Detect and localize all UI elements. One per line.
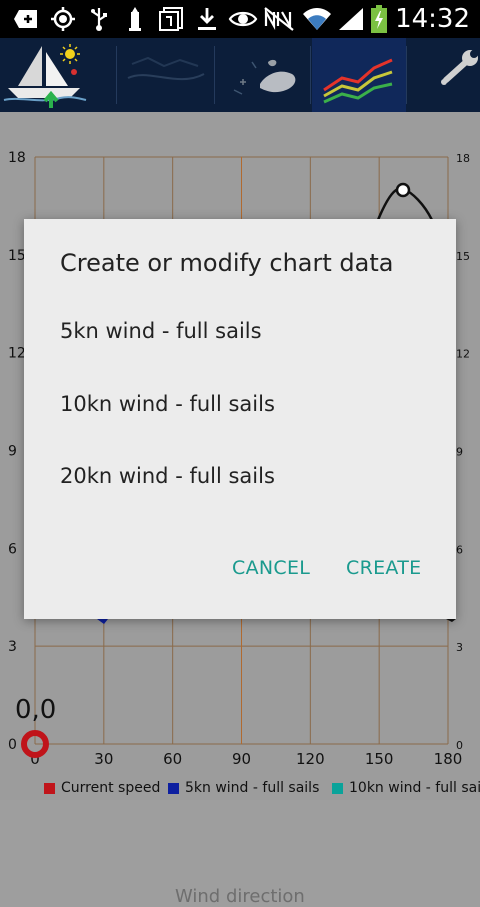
y-tick-label: 3 (8, 639, 17, 655)
x-tick-label: 150 (365, 750, 394, 768)
battery-charging-icon (368, 4, 390, 34)
y-tick-label-right: 6 (456, 543, 463, 556)
instruments-button[interactable] (118, 38, 214, 112)
current-value: 0,0 (15, 695, 56, 725)
gps-icon (48, 4, 78, 34)
y-tick-label-right: 12 (456, 348, 470, 361)
y-tick-label-right: 9 (456, 446, 463, 459)
toolbar-divider (116, 46, 117, 104)
sim-icon (156, 4, 186, 34)
app-toolbar (0, 38, 480, 112)
chart-legend: Current speed 5kn wind - full sails 10kn… (0, 778, 480, 800)
signal-icon (336, 4, 366, 34)
trophy-icon (122, 4, 148, 34)
series-point (395, 182, 411, 198)
sailboat-icon (3, 44, 87, 108)
legend-item: 5kn wind - full sails (168, 780, 319, 796)
series-point (97, 619, 108, 624)
toolbar-divider (214, 46, 215, 104)
instruments-icon (127, 56, 205, 81)
option-20kn[interactable]: 20kn wind - full sails (60, 456, 420, 496)
y-tick-label: 18 (8, 150, 26, 166)
option-10kn[interactable]: 10kn wind - full sails (60, 384, 420, 424)
x-tick-label: 30 (94, 750, 113, 768)
legend-item: 10kn wind - full sails (332, 780, 480, 796)
legend-label: Current speed (61, 780, 161, 796)
y-tick-label-right: 3 (456, 641, 463, 654)
status-bar: 14:32 (0, 0, 480, 38)
clock: 14:32 (395, 4, 470, 34)
sailboat-button[interactable] (0, 38, 100, 112)
no-sound-icon (262, 4, 296, 34)
y-tick-label: 9 (8, 444, 17, 460)
download-icon (194, 4, 220, 34)
settings-button[interactable] (408, 38, 480, 112)
legend-label: 10kn wind - full sails (349, 780, 480, 796)
wifi-icon (300, 4, 334, 34)
cancel-button[interactable]: CANCEL (232, 557, 310, 579)
x-axis-title: Wind direction (175, 886, 305, 907)
x-tick-label: 90 (232, 750, 251, 768)
y-tick-label: 0 (8, 737, 17, 753)
create-chart-dialog: Create or modify chart data 5kn wind - f… (24, 219, 456, 619)
legend-swatch (332, 782, 343, 794)
toolbar-divider (406, 46, 407, 104)
legend-label: 5kn wind - full sails (185, 780, 320, 796)
legend-swatch (168, 782, 179, 794)
map-button[interactable] (216, 38, 310, 112)
wrench-icon (441, 50, 478, 85)
polar-chart-icon (323, 58, 393, 104)
toolbar-divider (310, 46, 311, 104)
legend-item: Current speed (44, 780, 160, 796)
dialog-title: Create or modify chart data (60, 249, 394, 277)
y-tick-label-right: 18 (456, 152, 470, 165)
x-tick-label: 120 (296, 750, 325, 768)
x-tick-label: 60 (163, 750, 182, 768)
polar-chart-button[interactable] (312, 38, 406, 112)
add-box-icon (10, 4, 42, 34)
map-icon (233, 59, 296, 95)
y-tick-label-right: 15 (456, 250, 470, 263)
option-5kn[interactable]: 5kn wind - full sails (60, 311, 420, 351)
legend-swatch (44, 782, 55, 794)
eye-icon (226, 4, 260, 34)
create-button[interactable]: CREATE (346, 557, 421, 579)
y-tick-label: 6 (8, 541, 17, 557)
x-tick-label: 180 (434, 750, 463, 768)
usb-icon (86, 4, 112, 34)
